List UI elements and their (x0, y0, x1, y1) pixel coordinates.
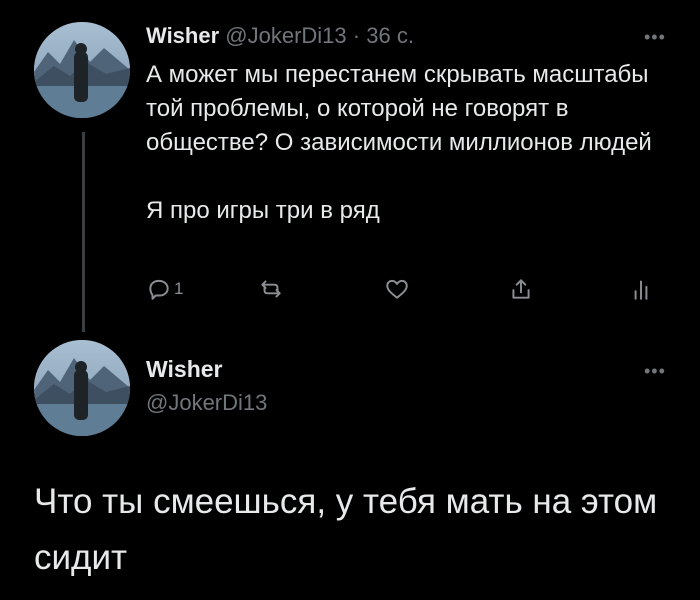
tweet-text-paragraph: Я про игры три в ряд (146, 197, 380, 224)
retweet-icon (261, 280, 281, 298)
tweet-action-bar: 1 (146, 276, 666, 308)
share-icon (512, 279, 530, 299)
share-button[interactable] (508, 276, 534, 302)
avatar-photo (34, 340, 130, 436)
author-name[interactable]: Wisher (146, 23, 219, 48)
retweet-button[interactable] (258, 276, 284, 302)
reply-button[interactable]: 1 (146, 276, 183, 302)
tweet-timestamp[interactable]: 36 с. (366, 23, 414, 48)
avatar-photo (34, 22, 130, 118)
tweet-header: Wisher @JokerDi13 · 36 с. (146, 22, 414, 50)
avatar[interactable] (34, 340, 130, 436)
analytics-button[interactable] (628, 276, 654, 302)
reply-count: 1 (174, 279, 184, 298)
reply-icon (149, 279, 169, 300)
author-handle[interactable]: @JokerDi13 (225, 23, 346, 48)
analytics-icon (634, 280, 648, 300)
author-handle[interactable]: @JokerDi13 (146, 390, 267, 416)
meta-separator: · (352, 23, 361, 48)
author-name[interactable]: Wisher (146, 356, 222, 383)
avatar[interactable] (34, 22, 130, 118)
thread-connector-line (82, 132, 85, 332)
ellipsis-icon[interactable]: ••• (644, 28, 666, 46)
tweet-text-paragraph: А может мы перестанем скрывать масштабы … (146, 61, 652, 156)
ellipsis-icon[interactable]: ••• (644, 362, 666, 380)
tweet-text: Что ты смеешься, у тебя мать на этом сид… (34, 482, 658, 577)
heart-icon (386, 279, 408, 299)
tweet-text: А может мы перестанем скрывать масштабы … (146, 58, 666, 228)
like-button[interactable] (384, 276, 410, 302)
